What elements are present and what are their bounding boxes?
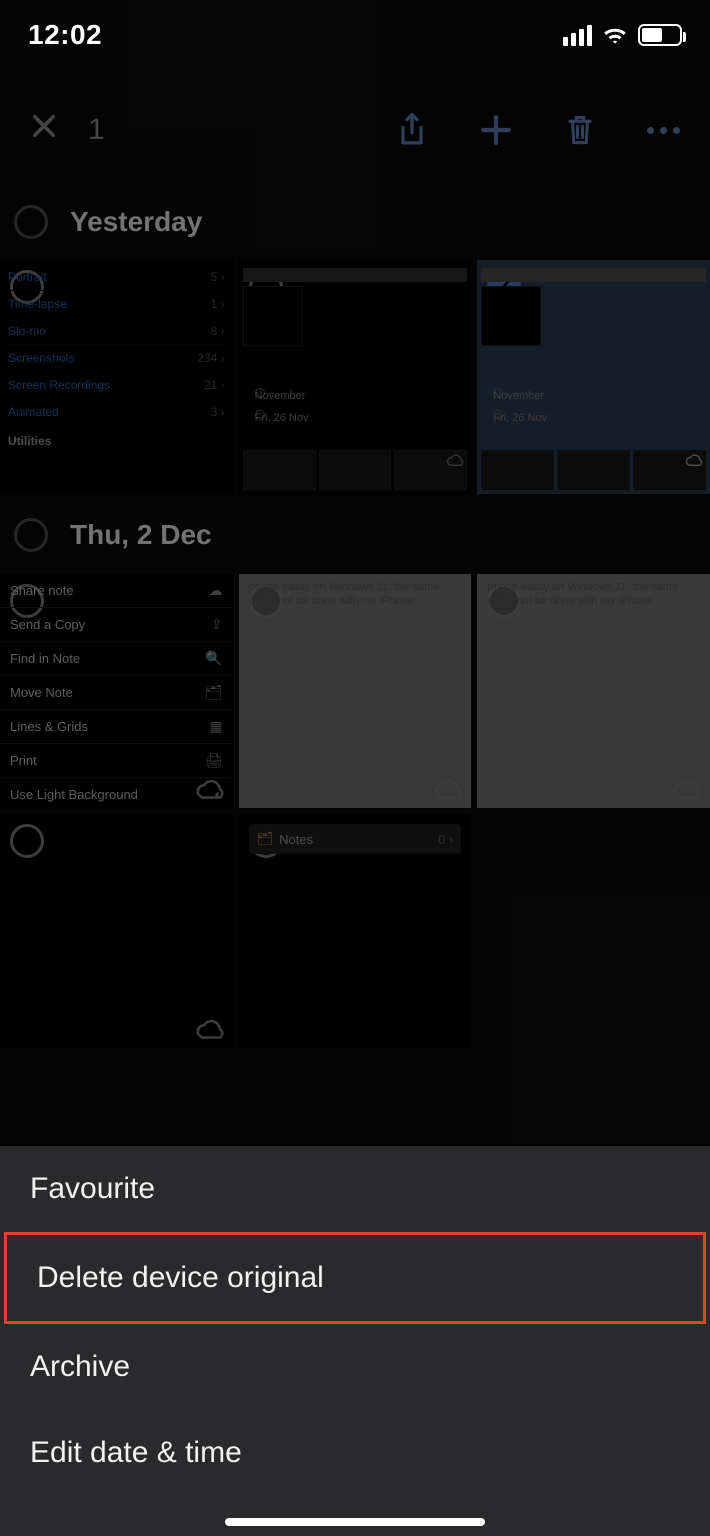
cloud-icon [195,1018,225,1040]
photo-thumb[interactable]: 🗂 Notes 0 › [239,814,472,1048]
grid-row-yesterday: Portrait5 › Time-lapse1 › Slo-mo8 › Scre… [0,260,710,494]
trash-icon[interactable] [563,113,597,147]
photo-thumb[interactable]: phone easily on Windows 11, the same cou… [477,574,710,808]
notes-menu-preview: Share note☁ Send a Copy⇪ Find in Note🔍 M… [0,574,233,808]
status-bar: 12:02 [0,0,710,70]
action-edit-date-time[interactable]: Edit date & time [0,1410,710,1496]
section-header-thu[interactable]: Thu, 2 Dec [0,503,710,567]
photo-thumb[interactable]: Portrait5 › Time-lapse1 › Slo-mo8 › Scre… [0,260,233,494]
add-icon[interactable] [479,113,513,147]
action-archive[interactable]: Archive [0,1324,710,1410]
battery-icon [638,24,682,46]
status-icons [563,24,682,46]
link-preview-text: phone easily on Windows 11, the same cou… [249,580,462,609]
close-button[interactable] [30,112,58,148]
cellular-icon [563,25,592,46]
grid-row-thu-2: 🗂 Notes 0 › [0,814,710,1048]
notes-folder-row: 🗂 Notes 0 › [249,824,462,854]
wifi-icon [602,25,628,45]
photo-thumb[interactable]: November Fri, 26 Nov [239,260,472,494]
media-types-preview: Portrait5 › Time-lapse1 › Slo-mo8 › Scre… [0,260,233,494]
section-title: Thu, 2 Dec [70,519,212,551]
selection-toolbar: 1 [0,90,710,170]
more-icon[interactable] [647,127,680,134]
cloud-icon [672,778,702,800]
folder-icon: 🗂 [257,831,274,847]
select-all-yesterday[interactable] [14,205,48,239]
photo-thumb[interactable] [0,814,233,1048]
cloud-icon [433,778,463,800]
share-icon[interactable] [395,113,429,147]
cloud-icon [195,778,225,800]
photo-thumb[interactable]: phone easily on Windows 11, the same cou… [239,574,472,808]
empty-cell [477,814,710,1048]
action-favourite[interactable]: Favourite [0,1146,710,1232]
section-header-yesterday[interactable]: Yesterday [0,190,710,254]
photo-thumb[interactable]: Share note☁ Send a Copy⇪ Find in Note🔍 M… [0,574,233,808]
selection-count: 1 [88,113,105,147]
action-delete-device-original[interactable]: Delete device original [4,1232,706,1324]
home-indicator[interactable] [225,1518,485,1526]
status-time: 12:02 [28,19,102,51]
grid-row-thu-1: Share note☁ Send a Copy⇪ Find in Note🔍 M… [0,574,710,808]
action-sheet: Favourite Delete device original Archive… [0,1146,710,1536]
section-title: Yesterday [70,206,202,238]
select-ring[interactable] [10,824,44,858]
link-preview-text: phone easily on Windows 11, the same cou… [487,580,700,609]
photo-thumb-selected[interactable]: ✓ November Fri, 26 Nov [477,260,710,494]
select-all-thu[interactable] [14,518,48,552]
